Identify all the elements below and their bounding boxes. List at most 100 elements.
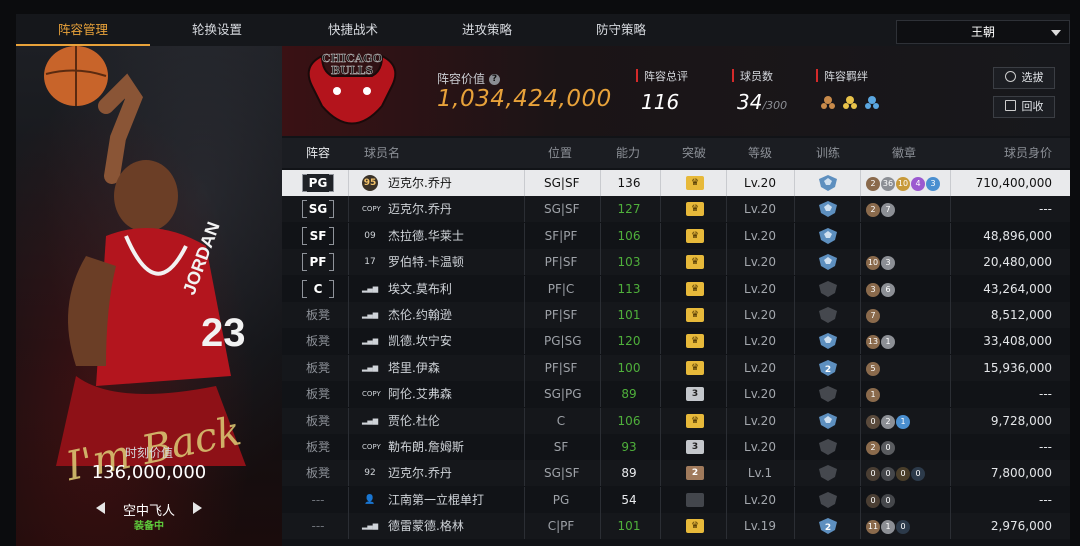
player-name[interactable]: 杰伦.约翰逊 xyxy=(388,302,452,328)
player-name[interactable]: 埃文.莫布利 xyxy=(388,276,452,302)
table-row[interactable]: PF 17 罗伯特.卡温顿 PF|SF 103 ♛ Lv.20 10 3 20,480,000 xyxy=(282,249,1070,276)
training-shield-icon[interactable] xyxy=(818,254,838,273)
player-name[interactable]: 勒布朗.詹姆斯 xyxy=(388,434,464,460)
player-name[interactable]: 贾伦.杜伦 xyxy=(388,408,440,434)
breakthrough-icon[interactable]: ♛ xyxy=(686,176,704,190)
table-row[interactable]: C ▂▄▆ 埃文.莫布利 PF|C 113 ♛ Lv.20 3 6 43,264,000 xyxy=(282,275,1070,302)
lineup-slot[interactable]: 板凳 xyxy=(302,438,334,456)
table-row[interactable]: --- ▂▄▆ 德雷蒙德.格林 C|PF 101 ♛ Lv.19 2 11 1 0 2,976,000 xyxy=(282,513,1070,540)
training-shield-icon[interactable] xyxy=(818,412,838,432)
table-row[interactable]: 板凳 92 迈克尔.乔丹 SG|SF 89 2 Lv.1 0 0 0 0 7,800,000 xyxy=(282,460,1070,487)
lineup-slot[interactable]: --- xyxy=(302,491,334,509)
breakthrough-icon[interactable]: ♛ xyxy=(686,334,704,349)
badge-list[interactable]: 00 xyxy=(866,492,896,508)
column-separator xyxy=(524,407,525,434)
player-name[interactable]: 罗伯特.卡温顿 xyxy=(388,249,464,275)
select-button[interactable]: 选拔 xyxy=(993,67,1055,89)
column-separator xyxy=(794,302,795,328)
tab-quick-tactics[interactable]: 快捷战术 xyxy=(286,14,420,46)
badge-list[interactable]: 13 1 xyxy=(866,333,896,350)
table-row[interactable]: SG COPY 迈克尔.乔丹 SG|SF 127 ♛ Lv.20 2 7 --- xyxy=(282,196,1070,223)
player-name[interactable]: 江南第一立棍单打 xyxy=(388,487,484,513)
breakthrough-icon[interactable]: ♛ xyxy=(686,255,704,270)
player-name[interactable]: 迈克尔.乔丹 xyxy=(388,196,452,222)
player-name[interactable]: 迈克尔.乔丹 xyxy=(388,170,452,196)
player-name[interactable]: 凯德.坎宁安 xyxy=(388,328,452,354)
lineup-slot[interactable]: 板凳 xyxy=(302,359,334,377)
synergy-icons[interactable] xyxy=(820,92,886,112)
recycle-button[interactable]: 回收 xyxy=(993,96,1055,118)
badge-list[interactable]: 27 xyxy=(866,201,896,218)
lineup-slot[interactable]: SG xyxy=(302,200,334,219)
badge-list[interactable]: 2 36 10 4 3 xyxy=(866,175,941,191)
badge-list[interactable]: 5 xyxy=(866,360,881,376)
training-shield-icon[interactable] xyxy=(818,386,838,405)
breakthrough-icon[interactable]: 2 xyxy=(686,466,704,481)
lineup-slot[interactable]: 板凳 xyxy=(302,332,334,350)
tab-defense-strategy[interactable]: 防守策略 xyxy=(554,14,688,46)
breakthrough-icon[interactable]: ▬ xyxy=(686,492,704,507)
badge-list[interactable]: 10 3 xyxy=(866,254,896,271)
training-shield-icon[interactable] xyxy=(818,465,838,484)
player-name[interactable]: 德雷蒙德.格林 xyxy=(388,513,464,539)
badge-list[interactable]: 0000 xyxy=(866,465,926,482)
training-shield-icon[interactable] xyxy=(818,175,838,194)
badge-list[interactable]: 36 xyxy=(866,281,896,297)
badge-list[interactable]: 7 xyxy=(866,307,881,323)
breakthrough-icon[interactable]: ♛ xyxy=(686,202,704,217)
training-shield-icon[interactable]: 2 xyxy=(818,518,838,537)
table-row[interactable]: PG 95 迈克尔.乔丹 SG|SF 136 ♛ Lv.20 2 36 10 4 3 710,400,0… xyxy=(282,170,1070,196)
table-row[interactable]: 板凳 COPY 勒布朗.詹姆斯 SF 93 3 Lv.20 2 0 --- xyxy=(282,434,1070,460)
player-name[interactable]: 迈克尔.乔丹 xyxy=(388,460,452,486)
lineup-slot[interactable]: PG xyxy=(302,174,334,192)
stat-overall-value: 116 xyxy=(641,90,680,114)
breakthrough-icon[interactable]: 3 xyxy=(686,440,704,454)
player-name[interactable]: 杰拉德.华莱士 xyxy=(388,223,464,249)
lineup-slot[interactable]: 板凳 xyxy=(302,464,334,482)
training-shield-icon[interactable] xyxy=(818,280,838,300)
breakthrough-icon[interactable]: ♛ xyxy=(686,281,704,296)
badge-list[interactable]: 20 xyxy=(866,439,896,455)
lineup-slot[interactable]: SF xyxy=(302,226,334,245)
breakthrough-icon[interactable]: ♛ xyxy=(686,519,704,534)
lineup-slot[interactable]: PF xyxy=(302,253,334,272)
training-shield-icon[interactable] xyxy=(818,201,838,220)
lineup-slot[interactable]: 板凳 xyxy=(302,385,334,403)
lineup-slot[interactable]: --- xyxy=(302,517,334,535)
table-row[interactable]: --- 👤 江南第一立棍单打 PG 54 ▬ Lv.20 0 0 --- xyxy=(282,486,1070,513)
lineup-slot[interactable]: 板凳 xyxy=(302,412,334,430)
breakthrough-icon[interactable]: ♛ xyxy=(686,308,704,322)
table-row[interactable]: SF 09 杰拉德.华莱士 SF|PF 106 ♛ Lv.20 48,896,000 xyxy=(282,222,1070,249)
tab-offense-strategy[interactable]: 进攻策略 xyxy=(420,14,554,46)
player-name[interactable]: 阿伦.艾弗森 xyxy=(388,381,452,407)
table-row[interactable]: 板凳 ▂▄▆ 凯德.坎宁安 PG|SG 120 ♛ Lv.20 13 1 33,408,000 xyxy=(282,328,1070,355)
next-skill-arrow-icon[interactable] xyxy=(193,502,202,514)
training-shield-icon[interactable] xyxy=(818,333,838,352)
training-shield-icon[interactable] xyxy=(818,307,838,326)
dynasty-dropdown[interactable]: 王朝 xyxy=(896,20,1070,44)
breakthrough-icon[interactable]: ♛ xyxy=(686,228,704,243)
table-row[interactable]: 板凳 ▂▄▆ 塔里.伊森 PF|SF 100 ♛ Lv.20 2 5 15,936,000 xyxy=(282,354,1070,381)
training-shield-icon[interactable] xyxy=(818,227,838,247)
breakthrough-icon[interactable]: ♛ xyxy=(686,413,704,428)
lineup-slot[interactable]: 板凳 xyxy=(302,306,334,324)
column-separator xyxy=(348,513,349,540)
breakthrough-icon[interactable]: 3 xyxy=(686,387,704,402)
training-shield-icon[interactable] xyxy=(818,439,838,458)
training-shield-icon[interactable] xyxy=(818,491,838,511)
badge-list[interactable]: 021 xyxy=(866,413,911,429)
table-row[interactable]: 板凳 ▂▄▆ 贾伦.杜伦 C 106 ♛ Lv.20 0 2 1 9,728,000 xyxy=(282,407,1070,434)
help-icon[interactable]: ? xyxy=(489,74,501,85)
table-row[interactable]: 板凳 COPY 阿伦.艾弗森 SG|PG 89 3 Lv.20 1 --- xyxy=(282,381,1070,408)
badge-list[interactable]: 1 xyxy=(866,386,881,403)
badge-list[interactable]: 11 1 0 xyxy=(866,518,911,535)
training-shield-icon[interactable]: 2 xyxy=(818,359,838,379)
tab-rotation-settings[interactable]: 轮换设置 xyxy=(150,14,284,46)
table-row[interactable]: 板凳 ▂▄▆ 杰伦.约翰逊 PF|SF 101 ♛ Lv.20 7 8,512,000 xyxy=(282,302,1070,328)
lineup-slot[interactable]: C xyxy=(302,279,334,298)
player-name[interactable]: 塔里.伊森 xyxy=(388,355,440,381)
column-separator xyxy=(600,222,601,249)
breakthrough-icon[interactable]: ♛ xyxy=(686,360,704,375)
column-separator xyxy=(600,302,601,328)
tab-lineup-management[interactable]: 阵容管理 xyxy=(16,14,150,46)
